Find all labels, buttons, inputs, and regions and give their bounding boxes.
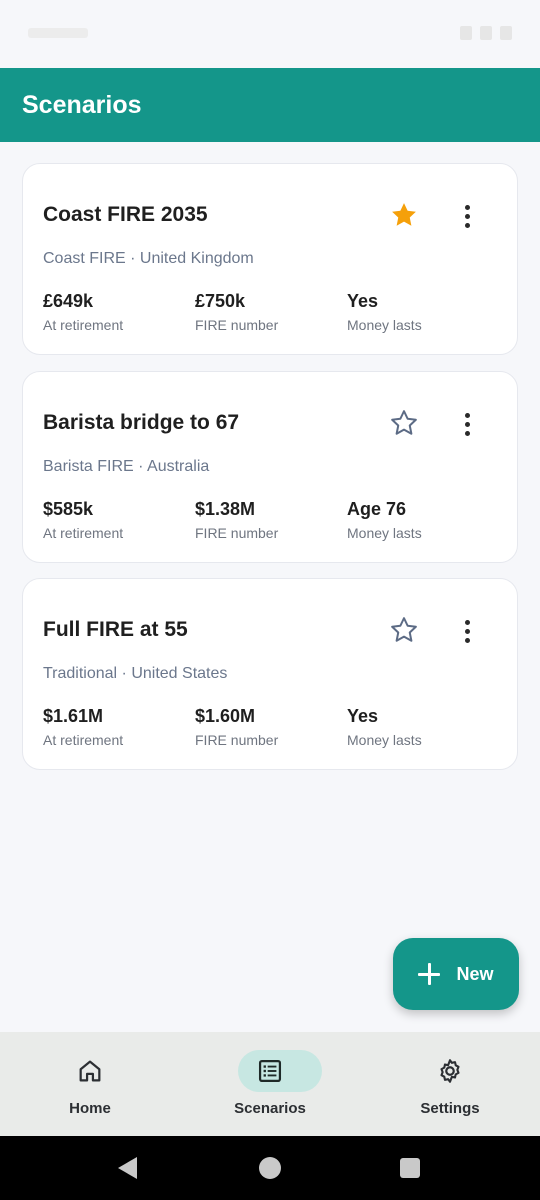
stat-at-retirement: $1.61M At retirement <box>43 705 183 749</box>
scenario-title: Coast FIRE 2035 <box>43 203 208 226</box>
app-bar: Scenarios <box>0 68 540 142</box>
scenario-title: Barista bridge to 67 <box>43 411 240 434</box>
stat-money-lasts: Yes Money lasts <box>347 290 487 334</box>
stat-money-lasts: Age 76 Money lasts <box>347 498 487 542</box>
stat-label: FIRE number <box>195 525 279 541</box>
scenario-subtitle: Traditional · United States <box>43 665 228 682</box>
scenario-card[interactable]: Coast FIRE 2035 Coast FIRE · United King… <box>22 163 518 355</box>
stat-label: At retirement <box>43 525 124 541</box>
home-icon <box>79 1060 101 1082</box>
stat-money-lasts: Yes Money lasts <box>347 705 487 749</box>
stat-label: FIRE number <box>195 732 279 748</box>
stat-fire-number: $1.38M FIRE number <box>195 498 335 542</box>
stat-value: Yes <box>347 291 379 311</box>
status-icons <box>460 26 512 40</box>
nav-label: Home <box>69 1100 111 1117</box>
nav-label: Settings <box>420 1100 480 1117</box>
list-icon <box>258 1059 282 1083</box>
bottom-navigation: Home Scenarios Settings <box>0 1032 540 1136</box>
scenario-card[interactable]: Full FIRE at 55 Traditional · United Sta… <box>22 578 518 770</box>
star-outline-icon[interactable] <box>389 615 419 645</box>
scenario-card[interactable]: Barista bridge to 67 Barista FIRE · Aust… <box>22 371 518 563</box>
recents-icon[interactable] <box>400 1158 420 1178</box>
stat-label: Money lasts <box>347 525 422 541</box>
nav-item-scenarios[interactable]: Scenarios <box>180 1032 360 1136</box>
stat-value: $585k <box>43 499 94 519</box>
status-bar <box>0 0 540 68</box>
status-time <box>28 28 88 38</box>
nav-item-home[interactable]: Home <box>0 1032 180 1136</box>
signal-icon <box>480 26 492 40</box>
back-icon[interactable] <box>118 1157 137 1179</box>
plus-icon <box>418 963 441 985</box>
new-button-label: New <box>456 963 494 984</box>
wifi-icon <box>460 26 472 40</box>
page-title: Scenarios <box>22 91 142 119</box>
home-button-icon[interactable] <box>259 1157 281 1179</box>
nav-item-settings[interactable]: Settings <box>360 1032 540 1136</box>
stat-at-retirement: $585k At retirement <box>43 498 183 542</box>
stat-label: FIRE number <box>195 317 279 333</box>
stat-value: $1.61M <box>43 706 104 726</box>
nav-label: Scenarios <box>234 1100 306 1117</box>
stat-value: £649k <box>43 291 94 311</box>
system-navigation-bar <box>0 1136 540 1200</box>
scenario-subtitle: Barista FIRE · Australia <box>43 458 210 475</box>
stat-label: At retirement <box>43 317 124 333</box>
stat-value: Age 76 <box>347 499 407 519</box>
stat-value: £750k <box>195 291 246 311</box>
more-vert-icon[interactable] <box>453 410 481 438</box>
stat-label: Money lasts <box>347 317 422 333</box>
stat-label: At retirement <box>43 732 124 748</box>
more-vert-icon[interactable] <box>453 617 481 645</box>
gear-icon <box>440 1059 460 1083</box>
stat-at-retirement: £649k At retirement <box>43 290 183 334</box>
stat-value: $1.60M <box>195 706 256 726</box>
battery-icon <box>500 26 512 40</box>
stat-value: $1.38M <box>195 499 256 519</box>
star-filled-icon[interactable] <box>389 200 419 230</box>
stat-fire-number: $1.60M FIRE number <box>195 705 335 749</box>
stat-label: Money lasts <box>347 732 422 748</box>
new-scenario-button[interactable]: New <box>393 938 519 1010</box>
stat-value: Yes <box>347 706 379 726</box>
scenario-title: Full FIRE at 55 <box>43 618 188 641</box>
stat-fire-number: £750k FIRE number <box>195 290 335 334</box>
star-outline-icon[interactable] <box>389 408 419 438</box>
more-vert-icon[interactable] <box>453 202 481 230</box>
scenario-subtitle: Coast FIRE · United Kingdom <box>43 250 254 267</box>
